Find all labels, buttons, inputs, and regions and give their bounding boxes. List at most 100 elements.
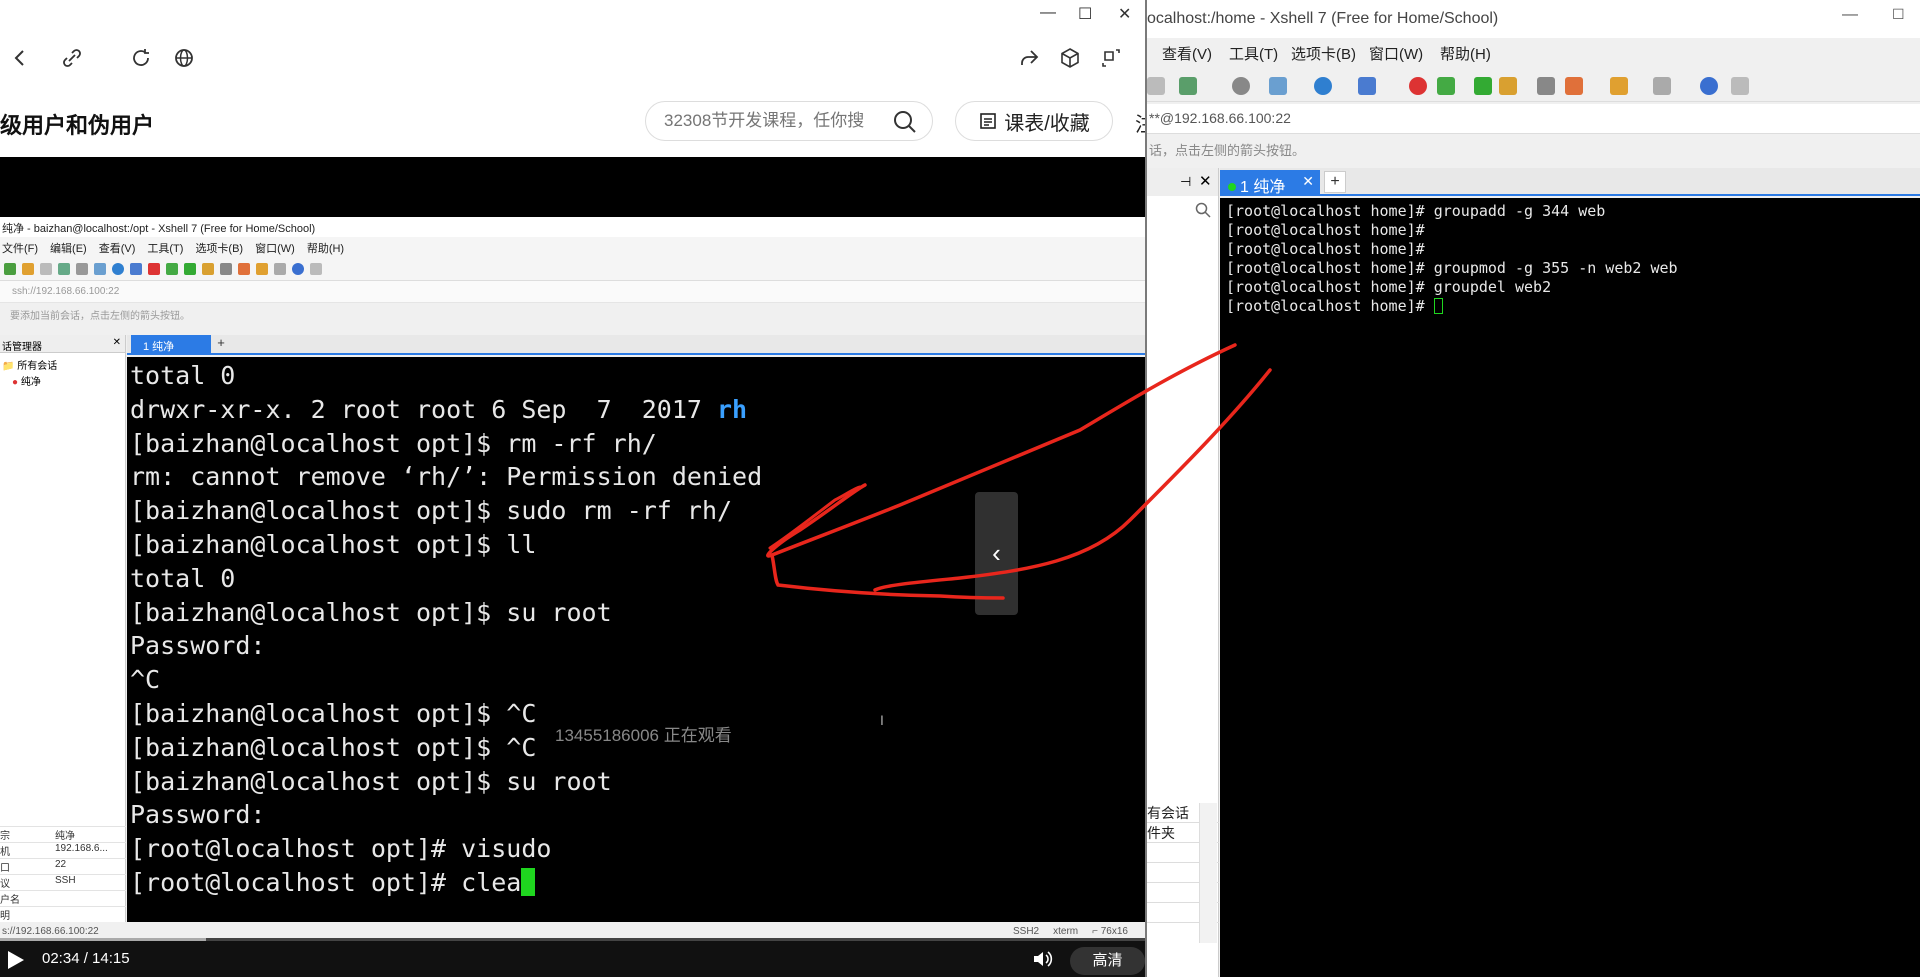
lock-icon[interactable] — [1499, 77, 1517, 95]
video-xshell-toolbar — [0, 257, 1145, 281]
prev-chapter-button[interactable]: ‹ — [975, 492, 1018, 615]
text-cursor-icon: I — [880, 712, 884, 728]
terminal-line: [baizhan@localhost opt]$ su root — [130, 766, 612, 796]
close-icon: ✕ — [112, 337, 121, 348]
terminal-line: rm: cannot remove ‘rh/’: Permission deni… — [130, 462, 763, 492]
play-icon[interactable] — [8, 951, 24, 969]
highlight-icon[interactable] — [1565, 77, 1583, 95]
minimize-button[interactable]: — — [1040, 4, 1056, 22]
video-session-manager: 话管理器 ✕ 📁 所有会话 ● 纯净 宗纯净 机 192.168.6... 口 22… — [0, 335, 126, 942]
link-icon[interactable] — [1147, 77, 1165, 95]
refresh-icon[interactable] — [127, 44, 155, 72]
xshell-tabbar: 1 纯净 ✕ + — [1220, 168, 1920, 196]
xftp-icon[interactable] — [1409, 77, 1427, 95]
menu-item: 工具(T) — [147, 243, 184, 255]
search-icon[interactable] — [1232, 77, 1250, 95]
search-input[interactable] — [664, 111, 864, 131]
tile-icon[interactable] — [1653, 77, 1671, 95]
menu-tools[interactable]: 工具(T) — [1229, 43, 1278, 64]
fullscreen-icon[interactable] — [1474, 77, 1492, 95]
terminal-line: [root@localhost home]# — [1226, 239, 1425, 258]
lock-icon — [202, 262, 214, 275]
xftp-icon — [148, 262, 160, 275]
layout-icon[interactable] — [1269, 77, 1287, 95]
tab-label: 1 纯净 — [1240, 179, 1286, 196]
menu-item: 选项卡(B) — [195, 243, 244, 255]
volume-icon[interactable] — [1032, 949, 1054, 969]
menu-help[interactable]: 帮助(H) — [1440, 43, 1491, 64]
pin-icon[interactable]: ⊣ — [1180, 174, 1191, 190]
property-row: 机 192.168.6... — [0, 842, 126, 858]
player-controls: 02:34 / 14:15 高清 — [0, 941, 1145, 977]
new-session-icon — [4, 262, 16, 275]
session-manager-title: 话管理器 — [2, 342, 42, 353]
property-row: 宗纯净 — [0, 826, 126, 842]
video-xshell-tabbar: 1 纯净 + — [127, 335, 1145, 355]
directory-name: rh — [717, 394, 748, 424]
reconnect-icon — [58, 262, 70, 275]
tab-session[interactable]: 1 纯净 ✕ — [1220, 170, 1320, 196]
menu-view[interactable]: 查看(V) — [1162, 43, 1212, 64]
xagent-icon — [166, 262, 178, 275]
tab-close-icon[interactable]: ✕ — [1302, 173, 1314, 190]
keyboard-icon — [220, 262, 232, 275]
video-tab-session: 1 纯净 — [131, 335, 211, 355]
globe-icon — [112, 262, 124, 275]
keyboard-icon[interactable] — [1537, 77, 1555, 95]
reconnect-icon[interactable] — [1179, 77, 1197, 95]
tree-item: ● 纯净 — [12, 377, 41, 388]
chat-icon — [310, 262, 322, 275]
video-xshell-address: ssh://192.168.66.100:22 — [0, 281, 1145, 303]
xshell-address-bar[interactable]: **@192.168.66.100:22 — [1147, 104, 1920, 134]
search-box[interactable] — [645, 101, 933, 141]
video-player[interactable]: 纯净 - baizhan@localhost:/opt - Xshell 7 (… — [0, 157, 1145, 977]
globe-icon[interactable] — [170, 44, 198, 72]
layout-icon — [94, 262, 106, 275]
search-icon[interactable] — [1195, 202, 1211, 218]
add-tab-button[interactable]: + — [1324, 171, 1346, 193]
help-icon[interactable] — [1700, 77, 1718, 95]
screenshot-icon[interactable] — [1097, 44, 1125, 72]
chat-icon[interactable] — [1731, 77, 1749, 95]
xshell-session-panel: ⊣ ✕ 有会话 件夹 — [1147, 168, 1219, 977]
share-icon[interactable] — [1015, 44, 1043, 72]
maximize-button[interactable]: ☐ — [1892, 6, 1905, 23]
viewer-watermark: 13455186006 正在观看 — [555, 726, 732, 745]
folder-icon[interactable] — [1610, 77, 1628, 95]
property-row: 议 SSH — [0, 874, 126, 890]
quality-button[interactable]: 高清 — [1070, 947, 1145, 975]
course-favorites-button[interactable]: 课表/收藏 — [955, 101, 1113, 141]
folder-icon — [256, 262, 268, 275]
cube-icon[interactable] — [1056, 44, 1084, 72]
link-icon[interactable] — [58, 44, 86, 72]
terminal-line: [root@localhost home]# groupdel web2 — [1226, 277, 1552, 296]
calendar-icon — [980, 113, 997, 129]
terminal-line: [root@localhost home]# — [1226, 297, 1916, 316]
menu-item: 编辑(E) — [50, 243, 87, 255]
menu-item: 帮助(H) — [306, 243, 345, 255]
xshell-toolbar — [1147, 70, 1920, 102]
maximize-button[interactable]: ☐ — [1078, 4, 1092, 24]
search-icon[interactable] — [892, 109, 918, 135]
session-manager-header: 话管理器 ✕ — [0, 335, 125, 353]
desktop: — ☐ ✕ 级用户和伪用户 课表/收藏 — [0, 0, 1920, 977]
video-terminal: total 0 drwxr-xr-x. 2 root root 6 Sep 7 2… — [127, 357, 1145, 922]
xshell-terminal[interactable]: [root@localhost home]# groupadd -g 344 w… — [1220, 198, 1920, 977]
course-button-label: 课表/收藏 — [1004, 112, 1090, 135]
menu-item: 查看(V) — [98, 243, 136, 255]
minimize-button[interactable]: — — [1842, 6, 1858, 24]
help-icon — [292, 262, 304, 275]
terminal-line: total 0 — [130, 361, 236, 390]
xagent-icon[interactable] — [1437, 77, 1455, 95]
scrollbar[interactable] — [1199, 803, 1217, 943]
font-icon[interactable] — [1358, 77, 1376, 95]
close-icon[interactable]: ✕ — [1199, 172, 1212, 190]
globe-icon[interactable] — [1314, 77, 1332, 95]
terminal-line: Password: — [130, 631, 266, 661]
cut-off-text: 注 — [1135, 108, 1145, 137]
back-icon[interactable] — [6, 44, 34, 72]
link-icon — [40, 262, 52, 275]
close-button[interactable]: ✕ — [1118, 4, 1131, 24]
menu-window[interactable]: 窗口(W) — [1369, 43, 1423, 64]
menu-tabs[interactable]: 选项卡(B) — [1291, 43, 1356, 64]
